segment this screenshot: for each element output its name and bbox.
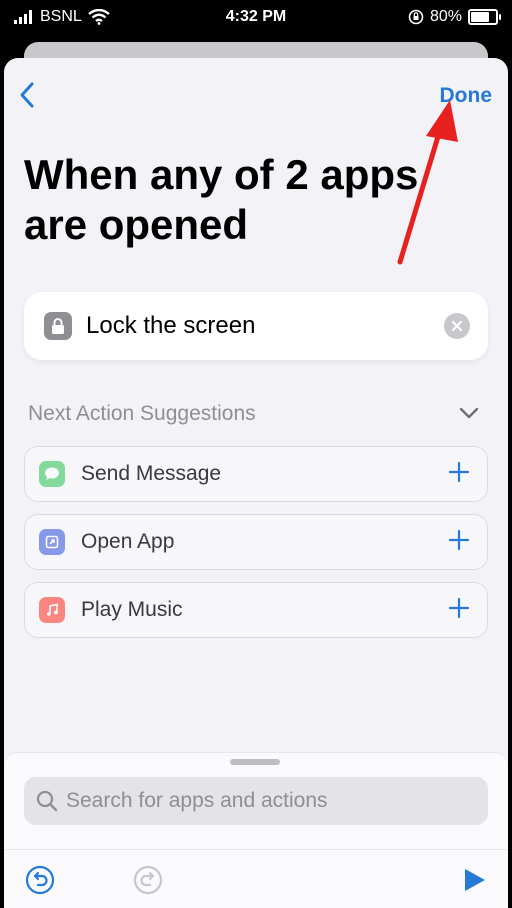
lock-icon (44, 312, 72, 340)
editor-toolbar (4, 849, 508, 908)
suggestion-open-app[interactable]: Open App (24, 514, 488, 570)
messages-icon (39, 461, 65, 487)
search-icon (36, 790, 58, 812)
suggestions-list: Send Message Open App Play Music (24, 446, 488, 650)
suggestion-label: Open App (81, 530, 175, 553)
suggestion-label: Send Message (81, 462, 222, 485)
status-right: 80% (408, 8, 501, 26)
shortcut-sheet: Done When any of 2 apps are opened Lock … (4, 58, 508, 908)
suggestions-header: Next Action Suggestions (28, 402, 488, 432)
done-button[interactable]: Done (440, 84, 493, 108)
undo-icon[interactable] (24, 864, 56, 896)
bottom-panel: Search for apps and actions (4, 752, 508, 908)
chevron-down-icon[interactable] (458, 406, 480, 420)
search-input[interactable]: Search for apps and actions (24, 777, 488, 825)
plus-icon[interactable] (447, 596, 471, 620)
plus-icon[interactable] (447, 460, 471, 484)
battery-icon (468, 9, 501, 25)
chevron-left-icon[interactable] (14, 80, 42, 110)
clear-icon[interactable] (444, 313, 470, 339)
redo-icon[interactable] (132, 864, 164, 896)
suggestion-send-message[interactable]: Send Message (24, 446, 488, 502)
battery-percent: 80% (429, 8, 462, 25)
orientation-lock-icon (408, 9, 424, 25)
open-app-icon (39, 529, 65, 555)
nav-bar: Done (4, 74, 508, 118)
page-title: When any of 2 apps are opened (24, 151, 419, 248)
suggestion-label: Play Music (81, 598, 183, 621)
suggestion-play-music[interactable]: Play Music (24, 582, 488, 638)
battery-fill (471, 12, 489, 22)
action-label: Lock the screen (86, 312, 256, 339)
drag-handle[interactable] (230, 759, 280, 765)
search-placeholder: Search for apps and actions (66, 789, 328, 812)
status-bar: BSNL 4:32 PM 80% (0, 0, 512, 36)
action-card[interactable]: Lock the screen (24, 292, 488, 360)
suggestions-title: Next Action Suggestions (28, 402, 256, 425)
play-icon[interactable] (460, 866, 488, 894)
music-icon (39, 597, 65, 623)
plus-icon[interactable] (447, 528, 471, 552)
